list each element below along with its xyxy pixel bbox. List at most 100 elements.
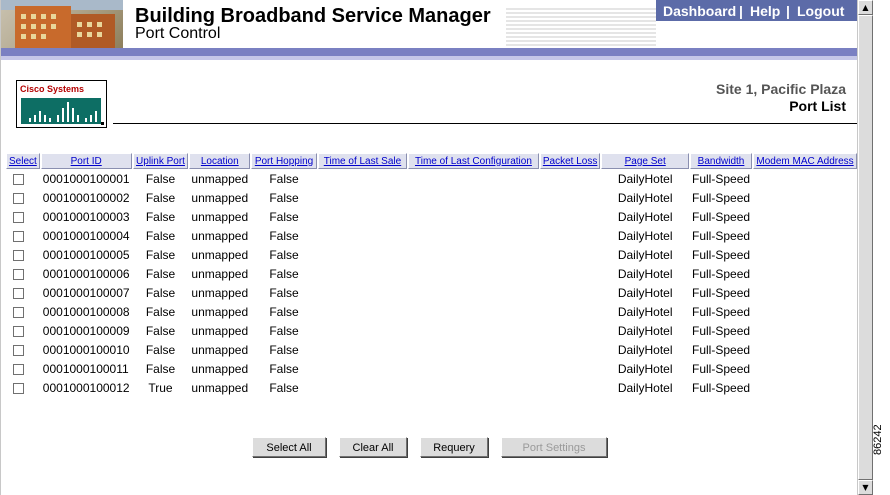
hopping-cell: False xyxy=(269,305,299,319)
table-row: 0001000100008 False unmapped False Daily… xyxy=(6,303,857,321)
last-sale-cell xyxy=(318,341,407,359)
port-table: Select Port ID Uplink Port Location Port… xyxy=(5,152,858,398)
select-cell xyxy=(6,189,40,207)
last-sale-cell xyxy=(318,246,407,264)
last-config-cell xyxy=(408,341,539,359)
clear-all-button[interactable]: Clear All xyxy=(339,437,407,457)
hopping-cell: False xyxy=(269,191,299,205)
column-header-location[interactable]: Location xyxy=(189,153,251,169)
page-set-cell: DailyHotel xyxy=(617,191,673,205)
mac-address-cell xyxy=(753,208,857,226)
last-sale-cell xyxy=(318,303,407,321)
header-rule xyxy=(113,123,858,124)
row-checkbox[interactable] xyxy=(13,212,24,224)
mac-address-cell xyxy=(753,265,857,283)
page-set-cell: DailyHotel xyxy=(617,324,673,338)
dashboard-link[interactable]: Dashboard xyxy=(663,3,736,19)
hopping-cell: False xyxy=(269,286,299,300)
scroll-up-arrow-icon[interactable]: ▲ xyxy=(858,0,873,15)
select-cell xyxy=(6,360,40,378)
row-checkbox[interactable] xyxy=(13,231,24,243)
page-set-cell: DailyHotel xyxy=(617,267,673,281)
select-cell xyxy=(6,265,40,283)
column-header-packet-loss[interactable]: Packet Loss xyxy=(539,153,601,169)
help-link[interactable]: Help xyxy=(750,3,780,19)
nav-separator: | xyxy=(786,3,790,19)
column-header-port-id[interactable]: Port ID xyxy=(40,153,132,169)
page-set-cell: DailyHotel xyxy=(617,248,673,262)
bandwidth-cell: Full-Speed xyxy=(692,267,751,281)
table-row: 0001000100009 False unmapped False Daily… xyxy=(6,322,857,340)
logout-link[interactable]: Logout xyxy=(797,3,844,19)
location-cell: unmapped xyxy=(191,229,249,243)
location-cell: unmapped xyxy=(191,362,249,376)
page-set-cell: DailyHotel xyxy=(617,362,673,376)
scroll-thumb[interactable] xyxy=(858,15,873,480)
column-header-time-of-last-configuration[interactable]: Time of Last Configuration xyxy=(408,153,539,169)
row-checkbox[interactable] xyxy=(13,364,24,376)
last-config-cell xyxy=(408,227,539,245)
location-cell: unmapped xyxy=(191,343,249,357)
column-header-select[interactable]: Select xyxy=(6,153,40,169)
table-row: 0001000100005 False unmapped False Daily… xyxy=(6,246,857,264)
table-row: 0001000100007 False unmapped False Daily… xyxy=(6,284,857,302)
browser-window: Building Broadband Service Manager Port … xyxy=(0,0,858,495)
row-checkbox[interactable] xyxy=(13,383,24,395)
packet-loss-cell xyxy=(540,246,600,264)
uplink-cell: False xyxy=(145,286,176,300)
port-id-cell: 0001000100012 xyxy=(42,381,130,395)
row-checkbox[interactable] xyxy=(13,307,24,319)
mac-address-cell xyxy=(753,322,857,340)
requery-button[interactable]: Requery xyxy=(420,437,488,457)
column-header-time-of-last-sale[interactable]: Time of Last Sale xyxy=(317,153,408,169)
location-cell: unmapped xyxy=(191,210,249,224)
row-checkbox[interactable] xyxy=(13,326,24,338)
cisco-logo: Cisco Systems xyxy=(16,80,107,128)
header-band-light xyxy=(1,56,858,60)
bandwidth-cell: Full-Speed xyxy=(692,343,751,357)
bandwidth-cell: Full-Speed xyxy=(692,324,751,338)
packet-loss-cell xyxy=(540,322,600,340)
row-checkbox[interactable] xyxy=(13,288,24,300)
uplink-cell: False xyxy=(145,210,176,224)
last-config-cell xyxy=(408,322,539,340)
uplink-cell: False xyxy=(145,229,176,243)
location-cell: unmapped xyxy=(191,324,249,338)
select-cell xyxy=(6,170,40,188)
hopping-cell: False xyxy=(269,267,299,281)
table-row: 0001000100006 False unmapped False Daily… xyxy=(6,265,857,283)
table-row: 0001000100012 True unmapped False DailyH… xyxy=(6,379,857,397)
column-header-port-hopping[interactable]: Port Hopping xyxy=(251,153,317,169)
select-all-button[interactable]: Select All xyxy=(252,437,326,457)
figure-id: 86242 xyxy=(872,424,884,455)
mac-address-cell xyxy=(753,360,857,378)
column-header-modem-mac-address[interactable]: Modem MAC Address xyxy=(753,153,857,169)
page-set-cell: DailyHotel xyxy=(617,286,673,300)
vertical-scrollbar[interactable]: ▲ ▼ xyxy=(857,0,873,495)
row-checkbox[interactable] xyxy=(13,250,24,262)
packet-loss-cell xyxy=(540,379,600,397)
last-config-cell xyxy=(408,170,539,188)
bandwidth-cell: Full-Speed xyxy=(692,286,751,300)
page-title: Port List xyxy=(789,98,846,114)
last-config-cell xyxy=(408,360,539,378)
port-id-cell: 0001000100011 xyxy=(42,362,129,376)
row-checkbox[interactable] xyxy=(13,345,24,357)
scroll-down-arrow-icon[interactable]: ▼ xyxy=(858,480,873,495)
page-set-cell: DailyHotel xyxy=(617,229,673,243)
column-header-bandwidth[interactable]: Bandwidth xyxy=(690,153,753,169)
hopping-cell: False xyxy=(269,343,299,357)
row-checkbox[interactable] xyxy=(13,193,24,205)
column-header-page-set[interactable]: Page Set xyxy=(601,153,690,169)
last-config-cell xyxy=(408,379,539,397)
column-header-uplink-port[interactable]: Uplink Port xyxy=(132,153,189,169)
port-settings-button[interactable]: Port Settings xyxy=(501,437,607,457)
bandwidth-cell: Full-Speed xyxy=(692,172,751,186)
packet-loss-cell xyxy=(540,265,600,283)
location-cell: unmapped xyxy=(191,248,249,262)
row-checkbox[interactable] xyxy=(13,269,24,281)
packet-loss-cell xyxy=(540,284,600,302)
uplink-cell: False xyxy=(145,267,176,281)
table-row: 0001000100004 False unmapped False Daily… xyxy=(6,227,857,245)
row-checkbox[interactable] xyxy=(13,174,24,186)
